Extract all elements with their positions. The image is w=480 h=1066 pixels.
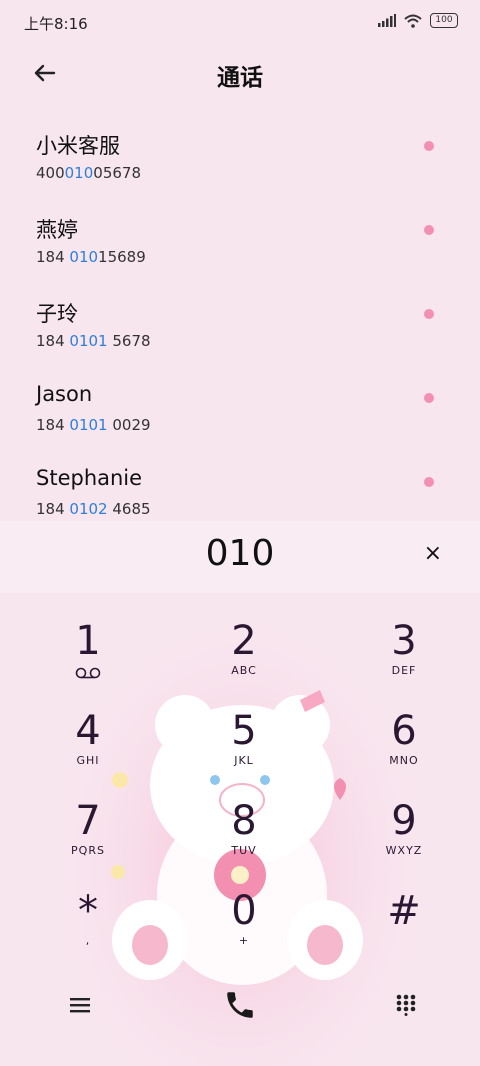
flower-icon [424, 141, 434, 151]
status-time: 上午8:16 [24, 15, 88, 33]
contact-name: Stephanie [36, 466, 143, 490]
list-item[interactable]: Jason 184 0101 0029 [0, 370, 480, 454]
wifi-icon [404, 14, 422, 28]
flower-icon [424, 309, 434, 319]
dial-input-bar: 010 × [0, 521, 480, 593]
contact-number: 40001005678 [36, 164, 141, 182]
signal-icon [378, 14, 396, 27]
key-2[interactable]: 2 ABC [189, 618, 299, 698]
menu-icon[interactable] [57, 982, 103, 1028]
call-button[interactable] [217, 982, 263, 1028]
key-1[interactable]: 1 [33, 618, 143, 698]
key-5[interactable]: 5 JKL [189, 708, 299, 788]
contact-number: 184 0102 4685 [36, 500, 151, 518]
key-3[interactable]: 3 DEF [349, 618, 459, 698]
key-hash[interactable]: # [349, 888, 459, 968]
list-item[interactable]: 燕婷 184 01015689 [0, 202, 480, 286]
clear-icon[interactable]: × [424, 541, 442, 566]
contact-number: 184 0101 0029 [36, 416, 151, 434]
bottom-bar [0, 970, 480, 1040]
flower-icon [424, 393, 434, 403]
key-8[interactable]: 8 TUV [189, 798, 299, 878]
contact-name: Jason [36, 382, 93, 406]
battery-icon: 100 [430, 13, 458, 28]
header: 通话 [0, 46, 480, 102]
status-bar: 上午8:16 100 [0, 0, 480, 46]
page-title: 通话 [217, 65, 263, 91]
contact-number: 184 0101 5678 [36, 332, 151, 350]
contact-name: 小米客服 [36, 134, 120, 158]
list-item[interactable]: 子玲 184 0101 5678 [0, 286, 480, 370]
status-icons: 100 [378, 13, 458, 28]
dialed-number[interactable]: 010 [0, 533, 480, 574]
key-4[interactable]: 4 GHI [33, 708, 143, 788]
contact-name: 燕婷 [36, 218, 78, 242]
key-9[interactable]: 9 WXYZ [349, 798, 459, 878]
voicemail-icon [75, 667, 101, 679]
contact-number: 184 01015689 [36, 248, 146, 266]
list-item[interactable]: 小米客服 40001005678 [0, 118, 480, 202]
key-0[interactable]: 0 + [189, 888, 299, 968]
key-7[interactable]: 7 PQRS [33, 798, 143, 878]
phone-icon [227, 992, 253, 1018]
flower-icon [424, 225, 434, 235]
contact-name: 子玲 [36, 302, 78, 326]
key-6[interactable]: 6 MNO [349, 708, 459, 788]
flower-icon [424, 477, 434, 487]
dialpad-toggle-icon[interactable] [383, 982, 429, 1028]
contact-list: 小米客服 40001005678 燕婷 184 01015689 子玲 184 … [0, 118, 480, 538]
key-star[interactable]: * , [33, 888, 143, 968]
